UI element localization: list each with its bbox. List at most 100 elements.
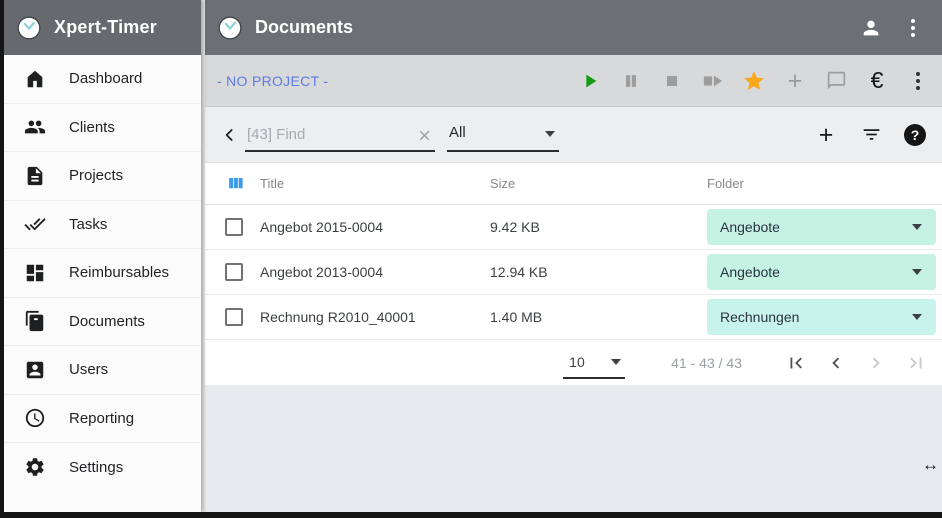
row-checkbox[interactable] (225, 263, 243, 281)
sidebar-item-projects[interactable]: Projects (4, 152, 201, 201)
main-content: Documents - NO PROJECT - + € [43] Find A… (205, 0, 942, 512)
sidebar-item-tasks[interactable]: Tasks (4, 200, 201, 249)
filter-list-icon (861, 124, 882, 145)
previous-page-button[interactable] (824, 351, 848, 375)
view-columns-button[interactable] (225, 174, 246, 193)
clear-search-button[interactable] (416, 127, 433, 144)
euro-icon: € (870, 67, 884, 93)
last-page-button (904, 351, 928, 375)
table-row[interactable]: Rechnung R2010_40001 1.40 MB Rechnungen (205, 295, 942, 340)
play-icon (579, 70, 601, 92)
pause-icon (621, 71, 641, 91)
star-icon (742, 69, 766, 93)
first-page-button[interactable] (784, 351, 808, 375)
empty-content-area (205, 385, 942, 512)
first-page-icon (785, 352, 807, 374)
help-button[interactable]: ? (904, 123, 926, 146)
folder-value: Angebote (720, 219, 780, 235)
account-box-icon (24, 359, 46, 381)
window-left-edge (0, 0, 4, 518)
folder-value: Rechnungen (720, 309, 800, 325)
billing-button[interactable]: € (865, 69, 889, 93)
app-title: Xpert-Timer (54, 17, 157, 37)
timer-toolbar-icons: + € (578, 66, 930, 95)
current-project-label[interactable]: - NO PROJECT - (217, 73, 328, 89)
column-header-title[interactable]: Title (260, 176, 490, 191)
clock-icon (24, 407, 46, 429)
more-vert-icon (911, 18, 915, 37)
comment-icon (826, 70, 847, 91)
stop-and-go-button[interactable] (701, 69, 725, 93)
sidebar-item-clients[interactable]: Clients (4, 103, 201, 152)
person-icon (860, 17, 882, 39)
document-size: 1.40 MB (490, 309, 543, 325)
column-header-size[interactable]: Size (490, 176, 707, 191)
stop-timer-button[interactable] (660, 69, 684, 93)
plus-icon: + (787, 66, 803, 95)
favorite-button[interactable] (742, 69, 766, 93)
plus-icon: + (818, 120, 834, 149)
appbar-overflow-menu-button[interactable] (898, 13, 928, 43)
folder-select[interactable]: Angebote (707, 209, 936, 245)
filter-type-value: All (449, 124, 466, 141)
search-field (245, 118, 435, 152)
stop-icon (662, 71, 682, 91)
sidebar-item-label: Dashboard (69, 70, 143, 88)
sidebar-item-reporting[interactable]: Reporting (4, 394, 201, 443)
page-size-select[interactable]: 10 (563, 347, 626, 379)
sidebar-header: Xpert-Timer (4, 0, 201, 55)
sidebar-item-label: Settings (69, 458, 124, 476)
last-page-icon (905, 352, 927, 374)
table-row[interactable]: Angebot 2013-0004 12.94 KB Angebote (205, 250, 942, 295)
help-icon: ? (910, 126, 920, 143)
document-icon (24, 165, 46, 187)
sidebar-item-users[interactable]: Users (4, 346, 201, 395)
account-button[interactable] (856, 13, 886, 43)
sidebar-item-label: Documents (69, 312, 145, 330)
sidebar-item-label: Tasks (69, 215, 108, 233)
row-checkbox[interactable] (225, 308, 243, 326)
sidebar-item-label: Users (69, 361, 109, 379)
sidebar-item-documents[interactable]: Documents (4, 297, 201, 346)
search-input[interactable] (245, 125, 405, 150)
document-title: Rechnung R2010_40001 (260, 309, 416, 325)
sidebar-item-settings[interactable]: Settings (4, 443, 201, 492)
table-row[interactable]: Angebot 2015-0004 9.42 KB Angebote (205, 205, 942, 250)
pagination-bar: 10 41 - 43 / 43 (205, 340, 942, 385)
filter-type-select[interactable]: All (447, 118, 559, 152)
close-icon (416, 127, 433, 144)
sidebar-item-label: Projects (69, 167, 124, 185)
folder-select[interactable]: Angebote (707, 254, 936, 290)
add-document-button[interactable]: + (814, 120, 838, 149)
comment-button[interactable] (824, 69, 848, 93)
folder-select[interactable]: Rechnungen (707, 299, 936, 335)
document-size: 12.94 KB (490, 264, 548, 280)
folder-value: Angebote (720, 264, 780, 280)
document-size: 9.42 KB (490, 219, 540, 235)
sidebar-nav: Dashboard Clients Projects Tasks Reimbur… (4, 55, 201, 492)
appbar: Documents (205, 0, 942, 55)
chevron-down-icon (912, 224, 922, 230)
window-bottom-edge (0, 512, 942, 518)
home-icon (24, 68, 46, 90)
add-button[interactable]: + (783, 66, 807, 95)
chevron-left-icon (825, 352, 847, 374)
page-size-value: 10 (569, 353, 585, 370)
resize-cursor-icon: ↔ (922, 455, 939, 474)
documents-table: Title Size Folder Angebot 2015-0004 9.42… (205, 163, 942, 385)
sidebar-item-dashboard[interactable]: Dashboard (4, 55, 201, 104)
search-filter-bar: All + ? (205, 107, 942, 163)
column-header-folder[interactable]: Folder (707, 176, 936, 191)
sidebar: Xpert-Timer Dashboard Clients Projects T… (0, 0, 201, 512)
row-checkbox[interactable] (225, 218, 243, 236)
back-button[interactable] (219, 124, 241, 146)
pause-timer-button[interactable] (619, 69, 643, 93)
toolbar-overflow-menu-button[interactable] (906, 69, 930, 93)
filter-button[interactable] (859, 123, 883, 147)
app-logo-clock-icon (16, 15, 42, 41)
start-timer-button[interactable] (578, 69, 602, 93)
project-toolbar: - NO PROJECT - + € (205, 55, 942, 107)
sidebar-item-reimbursables[interactable]: Reimbursables (4, 249, 201, 298)
chevron-left-icon (220, 125, 240, 145)
chevron-down-icon (912, 314, 922, 320)
